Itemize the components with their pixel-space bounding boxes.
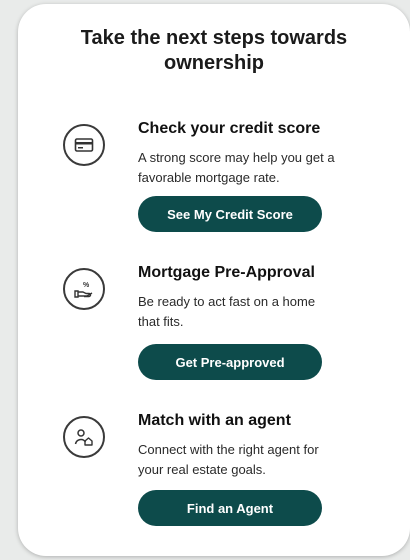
step-desc-find-agent: Connect with the right agent for your re… [138,440,378,480]
step-desc-line-2: favorable mortgage rate. [138,170,280,185]
card-heading-line-2: ownership [163,52,264,74]
step-desc-line-1: A strong score may help you get a [138,150,335,165]
hand-percent-icon: % [63,268,105,310]
step-title-find-agent: Match with an agent [138,412,291,429]
step-desc-line-1: Be ready to act fast on a home [138,294,316,309]
card-heading-line-1: Take the next steps towards [80,27,348,49]
step-desc-line-2: that fits. [138,314,184,329]
step-title-credit-score: Check your credit score [138,120,321,137]
credit-card-icon [63,124,105,166]
get-pre-approved-button[interactable]: Get Pre-approved [138,344,322,380]
step-title-pre-approval: Mortgage Pre-Approval [138,264,315,281]
agent-home-icon [63,416,105,458]
step-desc-credit-score: A strong score may help you get a favora… [138,148,378,188]
step-desc-line-1: Connect with the right agent for [138,442,319,457]
find-agent-button[interactable]: Find an Agent [138,490,322,526]
next-steps-card: Take the next steps towards ownership Ch… [18,4,410,556]
svg-text:%: % [83,282,90,289]
card-heading: Take the next steps towards ownership [18,26,410,76]
step-desc-pre-approval: Be ready to act fast on a home that fits… [138,292,378,332]
step-desc-line-2: your real estate goals. [138,462,266,477]
see-credit-score-button[interactable]: See My Credit Score [138,196,322,232]
